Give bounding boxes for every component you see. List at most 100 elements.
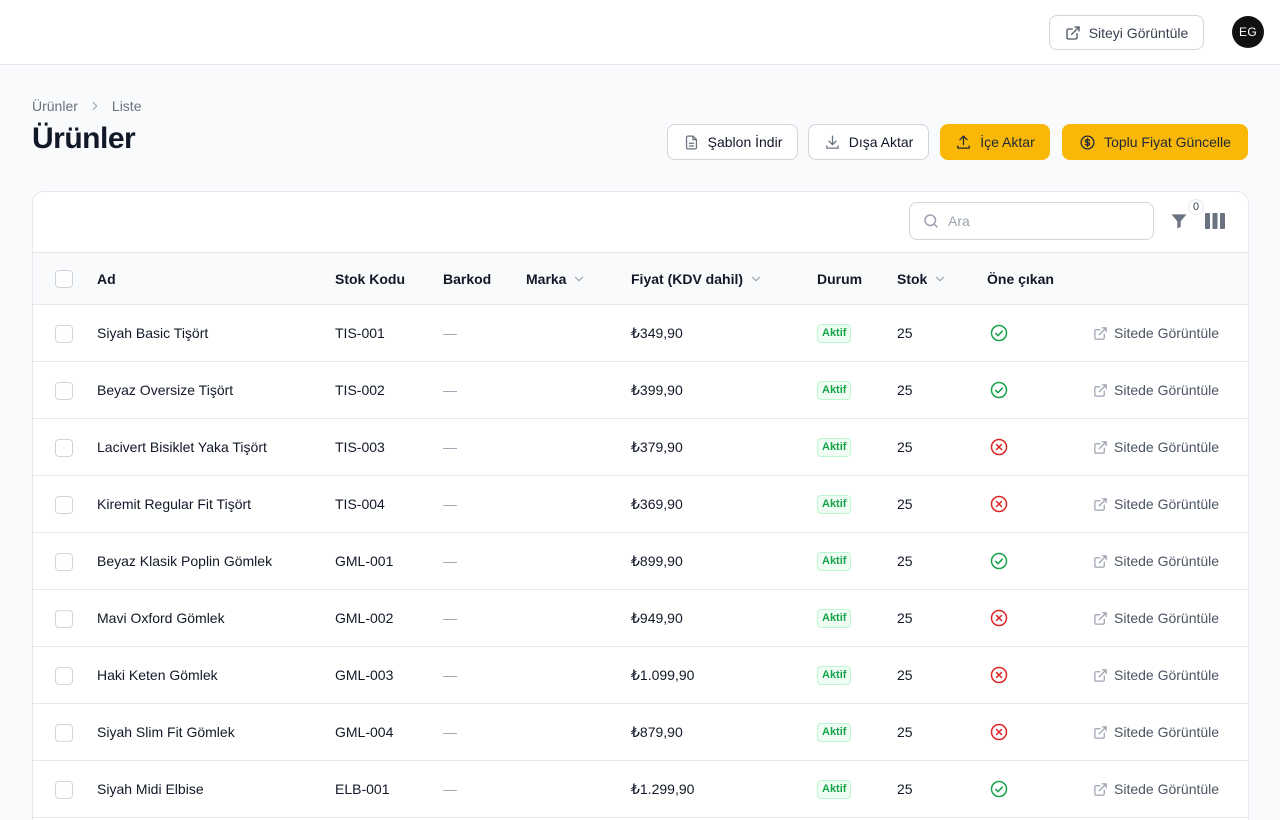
external-link-icon bbox=[1093, 554, 1108, 569]
bulk-price-update-label: Toplu Fiyat Güncelle bbox=[1104, 134, 1231, 150]
view-on-site-link[interactable]: Sitede Görüntüle bbox=[1093, 761, 1219, 817]
export-button[interactable]: Dışa Aktar bbox=[808, 124, 929, 160]
row-checkbox[interactable] bbox=[55, 667, 73, 685]
view-on-site-link[interactable]: Sitede Görüntüle bbox=[1093, 647, 1219, 703]
row-checkbox[interactable] bbox=[55, 724, 73, 742]
check-circle-icon[interactable] bbox=[989, 533, 1009, 589]
external-link-icon bbox=[1093, 668, 1108, 683]
status-badge: Aktif bbox=[817, 665, 852, 685]
view-on-site-link[interactable]: Sitede Görüntüle bbox=[1093, 704, 1219, 760]
template-download-button[interactable]: Şablon İndir bbox=[667, 124, 798, 160]
x-circle-icon[interactable] bbox=[989, 590, 1009, 646]
product-barcode: — bbox=[443, 781, 457, 797]
table-row[interactable]: Haki Keten Gömlek GML-003 — ₺1.099,90 Aktif 2… bbox=[33, 647, 1248, 704]
external-link-icon bbox=[1093, 611, 1108, 626]
table-row[interactable]: Beyaz Oversize Tişört TIS-002 — ₺399,90 Akti… bbox=[33, 362, 1248, 419]
column-header-brand[interactable]: Marka bbox=[526, 253, 586, 304]
check-circle-icon[interactable] bbox=[989, 305, 1009, 361]
product-name: Siyah Midi Elbise bbox=[97, 781, 204, 797]
x-circle-icon[interactable] bbox=[989, 704, 1009, 760]
check-circle-icon[interactable] bbox=[989, 362, 1009, 418]
product-sku: TIS-002 bbox=[335, 382, 385, 398]
view-on-site-label: Sitede Görüntüle bbox=[1114, 610, 1220, 626]
product-name: Lacivert Bisiklet Yaka Tişört bbox=[97, 439, 267, 455]
status-badge: Aktif bbox=[817, 494, 852, 514]
check-circle-icon[interactable] bbox=[989, 761, 1009, 817]
bulk-price-update-button[interactable]: Toplu Fiyat Güncelle bbox=[1062, 124, 1248, 160]
upload-icon bbox=[957, 134, 971, 149]
status-badge: Aktif bbox=[817, 779, 852, 799]
import-button[interactable]: İçe Aktar bbox=[940, 124, 1050, 160]
chevron-down-icon bbox=[751, 276, 761, 282]
filter-icon[interactable] bbox=[1169, 211, 1189, 231]
view-on-site-link[interactable]: Sitede Görüntüle bbox=[1093, 590, 1219, 646]
table-row[interactable]: Siyah Basic Tişört TIS-001 — ₺349,90 Aktif 25… bbox=[33, 305, 1248, 362]
table-row[interactable]: Beyaz Klasik Poplin Gömlek GML-001 — ₺899,9… bbox=[33, 533, 1248, 590]
product-price: ₺399,90 bbox=[631, 381, 683, 398]
columns-icon[interactable] bbox=[1205, 212, 1225, 230]
filter-count-badge: 0 bbox=[1188, 199, 1204, 215]
column-header-status[interactable]: Durum bbox=[817, 253, 862, 304]
column-header-stock[interactable]: Stok bbox=[897, 253, 947, 304]
column-header-barcode[interactable]: Barkod bbox=[443, 253, 491, 304]
status-badge: Aktif bbox=[817, 380, 852, 400]
row-checkbox[interactable] bbox=[55, 610, 73, 628]
product-sku: TIS-001 bbox=[335, 325, 385, 341]
view-on-site-link[interactable]: Sitede Görüntüle bbox=[1093, 362, 1219, 418]
product-barcode: — bbox=[443, 325, 457, 341]
product-stock: 25 bbox=[897, 610, 913, 626]
product-barcode: — bbox=[443, 382, 457, 398]
product-sku: TIS-003 bbox=[335, 439, 385, 455]
view-on-site-label: Sitede Görüntüle bbox=[1114, 724, 1220, 740]
page-title: Ürünler bbox=[32, 122, 136, 155]
avatar[interactable]: EG bbox=[1232, 16, 1264, 48]
x-circle-icon[interactable] bbox=[989, 647, 1009, 703]
row-checkbox[interactable] bbox=[55, 325, 73, 343]
table-row[interactable]: Kiremit Regular Fit Tişört TIS-004 — ₺369,9… bbox=[33, 476, 1248, 533]
view-on-site-link[interactable]: Sitede Görüntüle bbox=[1093, 419, 1219, 475]
select-all-checkbox[interactable] bbox=[55, 270, 73, 288]
template-download-label: Şablon İndir bbox=[707, 134, 783, 150]
product-price: ₺1.099,90 bbox=[631, 666, 695, 683]
external-link-icon bbox=[1066, 25, 1080, 40]
table-row[interactable]: Siyah Slim Fit Gömlek GML-004 — ₺879,90 Akti… bbox=[33, 704, 1248, 761]
column-header-price[interactable]: Fiyat (KDV dahil) bbox=[631, 253, 763, 304]
product-name: Siyah Basic Tişört bbox=[97, 325, 209, 341]
external-link-icon bbox=[1093, 326, 1108, 341]
product-barcode: — bbox=[443, 553, 457, 569]
chevron-right-icon bbox=[92, 101, 98, 111]
table-header: Ad Stok Kodu Barkod Marka Fiyat (KDV dah… bbox=[33, 252, 1248, 305]
table-row[interactable]: Siyah Midi Elbise ELB-001 — ₺1.299,90 Aktif 2… bbox=[33, 761, 1248, 818]
view-site-button[interactable]: Siteyi Görüntüle bbox=[1049, 15, 1204, 50]
status-badge: Aktif bbox=[817, 323, 852, 343]
column-header-featured[interactable]: Öne çıkan bbox=[987, 253, 1054, 304]
product-price: ₺379,90 bbox=[631, 438, 683, 455]
row-checkbox[interactable] bbox=[55, 439, 73, 457]
breadcrumb: Ürünler Liste bbox=[32, 96, 141, 116]
status-badge: Aktif bbox=[817, 551, 852, 571]
product-stock: 25 bbox=[897, 553, 913, 569]
row-checkbox[interactable] bbox=[55, 553, 73, 571]
table-row[interactable]: Lacivert Bisiklet Yaka Tişört TIS-003 — ₺37… bbox=[33, 419, 1248, 476]
row-checkbox[interactable] bbox=[55, 781, 73, 799]
chevron-down-icon bbox=[936, 276, 945, 282]
view-on-site-link[interactable]: Sitede Görüntüle bbox=[1093, 476, 1219, 532]
x-circle-icon[interactable] bbox=[989, 419, 1009, 475]
download-icon bbox=[825, 134, 839, 149]
table-row[interactable]: Mavi Oxford Gömlek GML-002 — ₺949,90 Aktif 25… bbox=[33, 590, 1248, 647]
x-circle-icon[interactable] bbox=[989, 476, 1009, 532]
column-header-name[interactable]: Ad bbox=[97, 253, 116, 304]
breadcrumb-products[interactable]: Ürünler bbox=[32, 98, 78, 114]
product-stock: 25 bbox=[897, 382, 913, 398]
row-checkbox[interactable] bbox=[55, 496, 73, 514]
column-header-sku[interactable]: Stok Kodu bbox=[335, 253, 405, 304]
view-on-site-link[interactable]: Sitede Görüntüle bbox=[1093, 305, 1219, 361]
view-on-site-link[interactable]: Sitede Görüntüle bbox=[1093, 533, 1219, 589]
search-icon bbox=[924, 214, 938, 228]
search-input[interactable] bbox=[948, 213, 1138, 229]
search-box[interactable] bbox=[909, 202, 1154, 240]
product-stock: 25 bbox=[897, 325, 913, 341]
product-name: Beyaz Oversize Tişört bbox=[97, 382, 234, 398]
row-checkbox[interactable] bbox=[55, 382, 73, 400]
product-name: Beyaz Klasik Poplin Gömlek bbox=[97, 553, 273, 569]
